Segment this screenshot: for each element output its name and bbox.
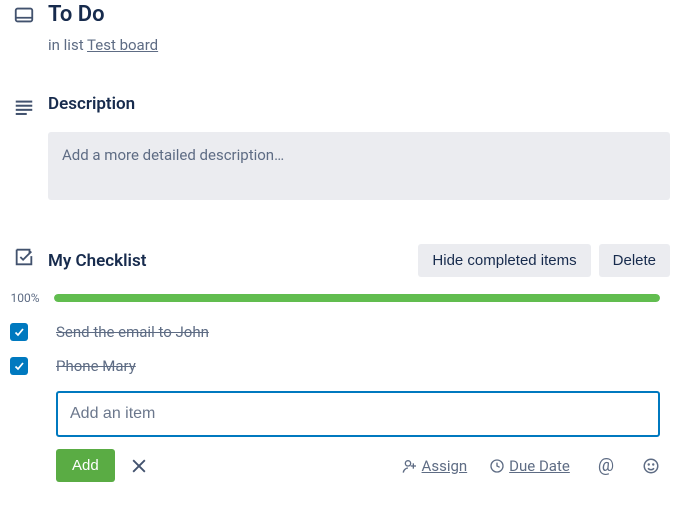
progress-bar bbox=[54, 294, 660, 302]
checkbox[interactable] bbox=[10, 357, 28, 375]
checklist-item-text: Send the email to John bbox=[56, 323, 209, 341]
progress-fill bbox=[54, 294, 660, 302]
list-name-link[interactable]: Test board bbox=[87, 36, 158, 54]
progress-percent: 100% bbox=[6, 291, 44, 305]
checklist-title[interactable]: My Checklist bbox=[48, 251, 146, 271]
description-input[interactable]: Add a more detailed description… bbox=[48, 132, 670, 200]
add-button[interactable]: Add bbox=[56, 449, 115, 482]
description-heading: Description bbox=[48, 94, 670, 114]
add-item-input[interactable] bbox=[56, 391, 660, 437]
clock-icon bbox=[489, 458, 505, 474]
close-icon[interactable] bbox=[129, 456, 149, 476]
due-date-label: Due Date bbox=[509, 457, 570, 475]
card-icon bbox=[13, 4, 35, 26]
assign-icon bbox=[402, 458, 418, 474]
hide-completed-button[interactable]: Hide completed items bbox=[418, 244, 590, 277]
assign-button[interactable]: Assign bbox=[402, 457, 468, 475]
checklist-item-text: Phone Mary bbox=[56, 357, 136, 375]
assign-label: Assign bbox=[422, 457, 468, 475]
description-icon bbox=[13, 96, 35, 118]
card-title[interactable]: To Do bbox=[48, 2, 670, 28]
checklist-item[interactable]: Phone Mary bbox=[0, 349, 670, 383]
card-list-location: in list Test board bbox=[48, 36, 670, 54]
in-list-prefix: in list bbox=[48, 36, 87, 54]
checklist-item[interactable]: Send the email to John bbox=[0, 315, 670, 349]
checkbox[interactable] bbox=[10, 323, 28, 341]
delete-checklist-button[interactable]: Delete bbox=[599, 244, 670, 277]
due-date-button[interactable]: Due Date bbox=[489, 457, 570, 475]
mention-icon[interactable]: @ bbox=[598, 455, 614, 476]
emoji-icon[interactable] bbox=[642, 457, 660, 475]
checklist-icon bbox=[13, 246, 35, 268]
